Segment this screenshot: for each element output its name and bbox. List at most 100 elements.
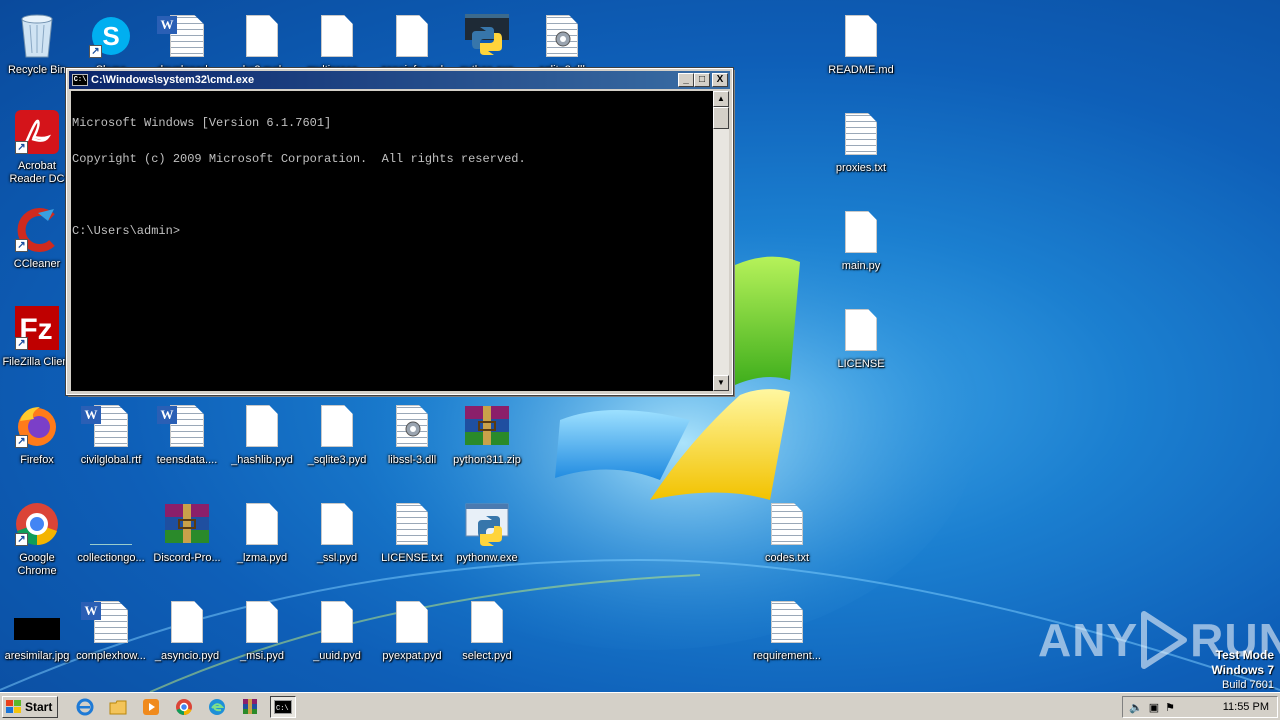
explorer-icon[interactable] xyxy=(105,696,131,718)
desktop-icon-label: teensdata.... xyxy=(156,454,218,466)
desktop-icon[interactable]: _sqlite3.pyd xyxy=(300,396,374,488)
play-icon xyxy=(1141,611,1188,669)
desktop-icon[interactable]: _lzma.pyd xyxy=(225,494,299,586)
desktop-icon-label: libssl-3.dll xyxy=(387,454,437,466)
cmd-taskbar-button[interactable]: C:\ xyxy=(270,695,297,718)
cmd-window[interactable]: C:\ C:\Windows\system32\cmd.exe _ □ X Mi… xyxy=(65,67,734,396)
desktop-icon[interactable]: pythonw.exe xyxy=(450,494,524,586)
desktop-icon[interactable]: Wcomplexhow... xyxy=(74,592,148,684)
file-icon xyxy=(238,402,286,450)
test-mode-label: Test Mode xyxy=(1215,648,1274,662)
edge-icon[interactable] xyxy=(204,696,230,718)
desktop-icon[interactable]: pyexpat.pyd xyxy=(375,592,449,684)
clock[interactable]: 11:55 PM xyxy=(1223,701,1269,713)
desktop-icon[interactable]: LICENSE xyxy=(824,300,898,392)
desktop-icon-label: python311.zip xyxy=(453,454,521,466)
media-player-icon[interactable] xyxy=(138,696,164,718)
cmd-title-bar[interactable]: C:\ C:\Windows\system32\cmd.exe _ □ X xyxy=(69,71,730,89)
blank-icon xyxy=(87,500,135,548)
network-icon[interactable]: ▣ xyxy=(1149,701,1159,714)
chrome-icon[interactable] xyxy=(171,696,197,718)
desktop-icon[interactable]: ↗ Firefox xyxy=(0,396,74,488)
desktop-icon[interactable]: select.pyd xyxy=(450,592,524,684)
desktop-icon[interactable]: ↗ CCleaner xyxy=(0,200,74,292)
winrar-icon[interactable] xyxy=(237,696,263,718)
desktop-icon[interactable]: aresimilar.jpg xyxy=(0,592,74,684)
scroll-thumb[interactable] xyxy=(713,107,729,129)
desktop-icon[interactable]: collectiongo... xyxy=(74,494,148,586)
word-doc-icon: W xyxy=(81,402,135,450)
desktop-icon[interactable]: Wteensdata.... xyxy=(150,396,224,488)
watermark-text: ANY xyxy=(1038,614,1139,666)
winrar-icon xyxy=(163,500,211,548)
file-icon xyxy=(238,500,286,548)
desktop-icon-label: codes.txt xyxy=(764,552,810,564)
desktop-icon[interactable]: README.md xyxy=(824,6,898,98)
desktop-icon[interactable]: Wcivilglobal.rtf xyxy=(74,396,148,488)
desktop-icon-label: aresimilar.jpg xyxy=(4,650,70,662)
desktop-icon[interactable]: _hashlib.pyd xyxy=(225,396,299,488)
ccleaner-icon: ↗ xyxy=(13,206,61,254)
desktop-icon-label: LICENSE.txt xyxy=(381,552,443,564)
desktop-icon[interactable]: main.py xyxy=(824,202,898,294)
word-doc-icon: W xyxy=(81,598,135,646)
scroll-up-icon[interactable]: ▲ xyxy=(713,91,729,107)
flag-icon[interactable]: ⚑ xyxy=(1165,701,1175,714)
system-tray: 🔈 ▣ ⚑ 11:55 PM xyxy=(1122,696,1278,718)
start-button[interactable]: Start xyxy=(2,695,59,718)
desktop-icon[interactable]: _ssl.pyd xyxy=(300,494,374,586)
desktop-icon[interactable]: libssl-3.dll xyxy=(375,396,449,488)
desktop-icon[interactable]: Recycle Bin xyxy=(0,6,74,98)
recycle-bin-icon xyxy=(13,12,61,60)
cmd-app-icon[interactable]: C:\ xyxy=(72,74,88,86)
desktop-icon[interactable]: proxies.txt xyxy=(824,104,898,196)
shortcut-arrow-icon: ↗ xyxy=(15,533,28,546)
desktop-icon[interactable]: requirement... xyxy=(750,592,824,684)
desktop-icon-label: main.py xyxy=(841,260,881,272)
maximize-button[interactable]: □ xyxy=(694,73,710,87)
shortcut-arrow-icon: ↗ xyxy=(15,435,28,448)
desktop-icon[interactable]: _uuid.pyd xyxy=(300,592,374,684)
cmd-console-output[interactable]: Microsoft Windows [Version 6.1.7601] Cop… xyxy=(71,91,713,391)
desktop-icon-label: select.pyd xyxy=(462,650,512,662)
desktop-icon-label: Recycle Bin xyxy=(7,64,67,76)
cmd-scrollbar[interactable]: ▲ ▼ xyxy=(713,91,729,391)
desktop-icon[interactable]: Discord-Pro... xyxy=(150,494,224,586)
close-button[interactable]: X xyxy=(712,73,728,87)
pythonw-icon xyxy=(463,500,511,548)
desktop-icon-label: Acrobat Reader DC xyxy=(9,160,65,185)
file-icon xyxy=(238,12,286,60)
cmd-title-text: C:\Windows\system32\cmd.exe xyxy=(91,74,255,86)
desktop-icon[interactable]: ↗ Acrobat Reader DC xyxy=(0,102,74,194)
desktop-icon-label: Firefox xyxy=(20,454,54,466)
desktop-icon-label: Google Chrome xyxy=(17,552,57,577)
scroll-down-icon[interactable]: ▼ xyxy=(713,375,729,391)
file-icon xyxy=(837,12,885,60)
minimize-button[interactable]: _ xyxy=(678,73,694,87)
desktop-icon[interactable]: _asyncio.pyd xyxy=(150,592,224,684)
desktop-icon-label: pythonw.exe xyxy=(456,552,518,564)
desktop-icon-label: _lzma.pyd xyxy=(236,552,288,564)
shortcut-arrow-icon: ↗ xyxy=(89,45,102,58)
chrome-icon: ↗ xyxy=(13,500,61,548)
file-icon xyxy=(837,208,885,256)
desktop-icon[interactable]: ↗ Google Chrome xyxy=(0,494,74,586)
volume-icon[interactable]: 🔈 xyxy=(1129,701,1143,714)
desktop-icon[interactable]: LICENSE.txt xyxy=(375,494,449,586)
desktop-icon-label: _msi.pyd xyxy=(239,650,285,662)
console-prompt[interactable]: C:\Users\admin> xyxy=(72,225,713,237)
desktop-icon[interactable]: Fz ↗ FileZilla Client xyxy=(0,298,74,390)
desktop-icon[interactable]: _msi.pyd xyxy=(225,592,299,684)
desktop-icon[interactable]: codes.txt xyxy=(750,494,824,586)
image-icon xyxy=(13,598,61,646)
windows-flag-icon xyxy=(6,699,21,713)
desktop-icon[interactable]: python311.zip xyxy=(450,396,524,488)
desktop-icon-label: CCleaner xyxy=(13,258,61,270)
console-line: Microsoft Windows [Version 6.1.7601] xyxy=(72,116,332,130)
desktop-icon-label: complexhow... xyxy=(76,650,146,662)
desktop-icon-label: collectiongo... xyxy=(77,552,145,564)
ie-icon[interactable] xyxy=(72,696,98,718)
desktop-icon-label: FileZilla Client xyxy=(2,356,72,368)
shortcut-arrow-icon: ↗ xyxy=(15,141,28,154)
